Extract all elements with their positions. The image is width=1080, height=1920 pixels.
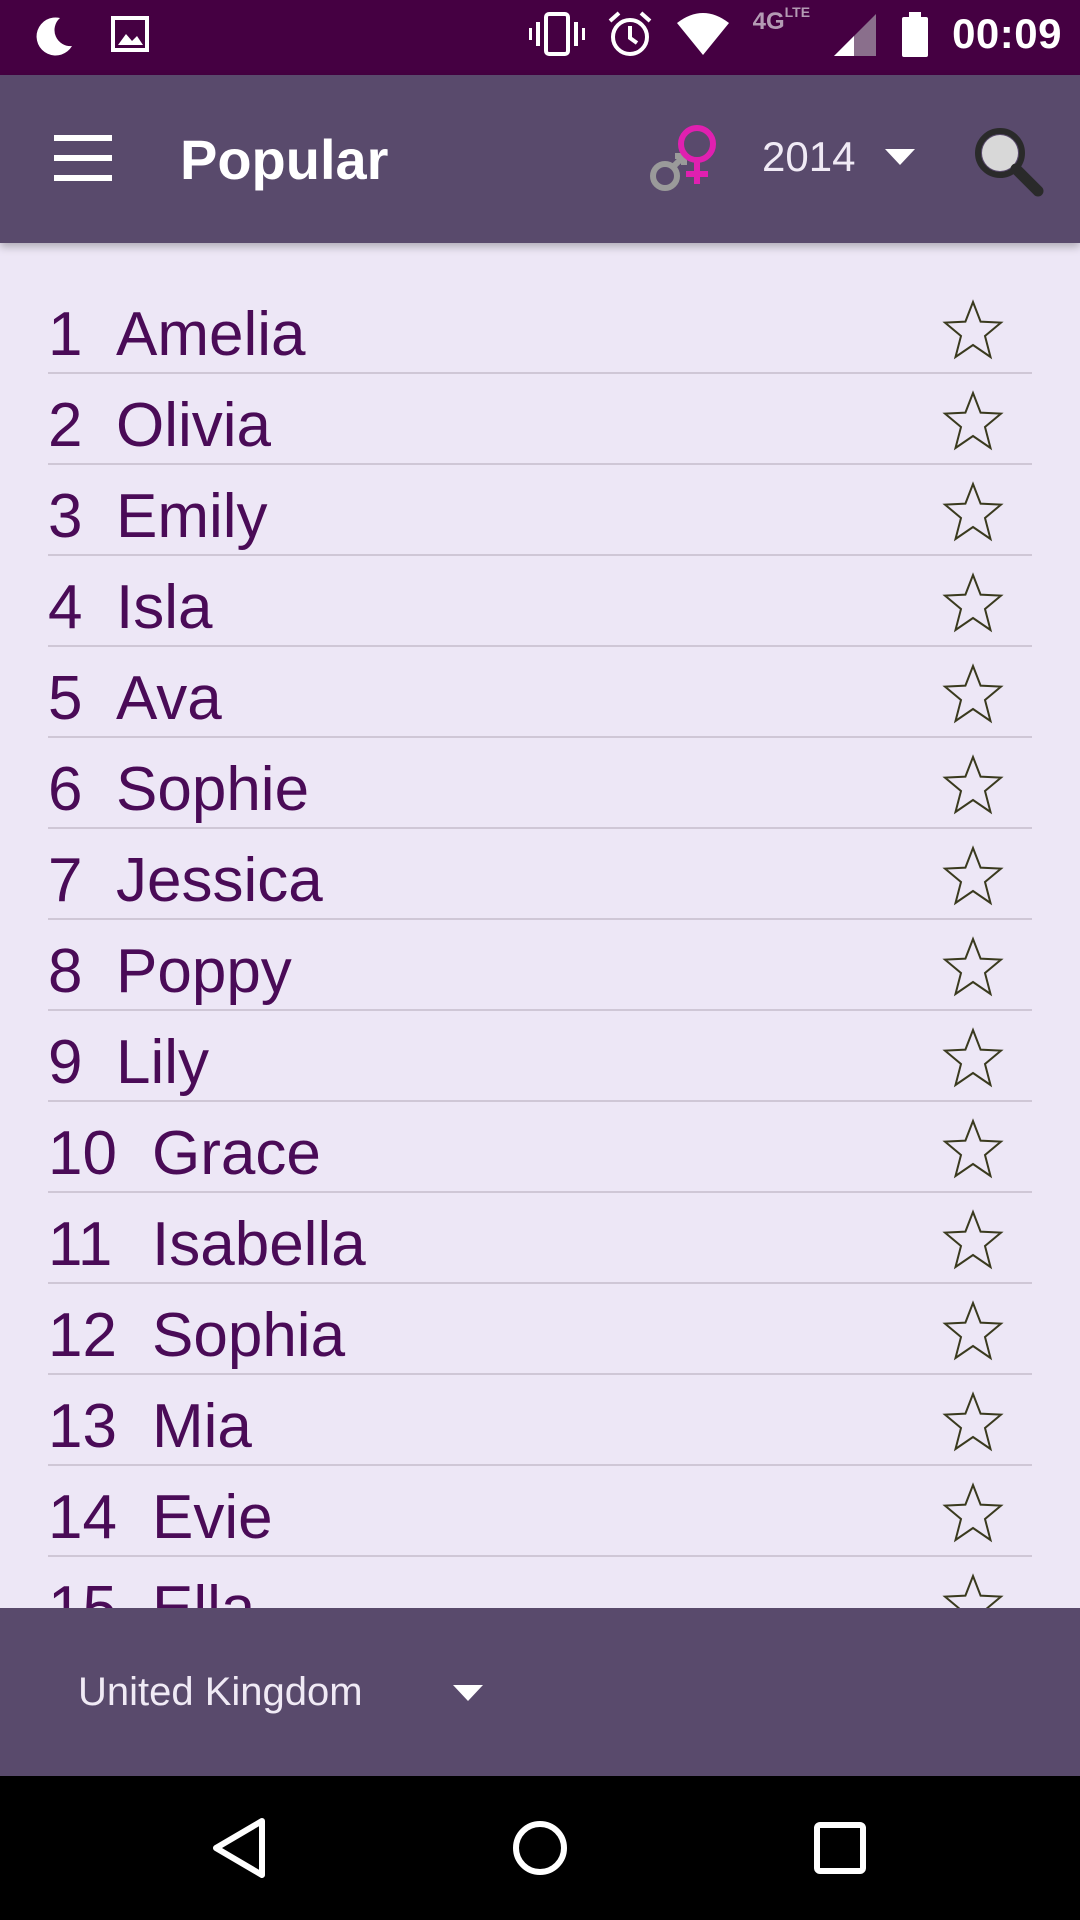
list-item[interactable]: 6 Sophie — [48, 738, 1032, 829]
rank-number: 15 — [48, 1573, 117, 1608]
status-bar: 4G LTE 00:09 — [0, 0, 1080, 75]
star-icon[interactable] — [942, 1573, 1004, 1608]
name-label: Evie — [152, 1483, 273, 1552]
list-item[interactable]: 3 Emily — [48, 465, 1032, 556]
name-label: Grace — [152, 1119, 321, 1188]
status-time: 00:09 — [952, 10, 1062, 57]
list-item[interactable]: 14 Evie — [48, 1466, 1032, 1557]
star-icon[interactable] — [942, 1300, 1004, 1362]
gender-female-icon[interactable] — [645, 120, 723, 198]
network-type-label: 4G — [752, 8, 785, 35]
list-item[interactable]: 4 Isla — [48, 556, 1032, 647]
alarm-icon — [608, 11, 651, 56]
bottom-bar: United Kingdom — [0, 1608, 1080, 1776]
list-item[interactable]: 9 Lily — [48, 1011, 1032, 1102]
name-label: Mia — [152, 1392, 252, 1461]
name-label: Isabella — [152, 1210, 366, 1279]
image-icon — [111, 16, 149, 52]
lte-label: LTE — [784, 4, 811, 20]
menu-icon[interactable] — [54, 135, 112, 181]
rank-number: 9 — [48, 1028, 83, 1097]
app-bar: Popular 2014 — [0, 75, 1080, 243]
name-label: Ava — [116, 664, 222, 733]
list-item[interactable]: 7 Jessica — [48, 829, 1032, 920]
name-label: Isla — [116, 573, 213, 642]
rank-number: 7 — [48, 846, 83, 915]
rank-number: 13 — [48, 1392, 117, 1461]
list-item[interactable]: 5 Ava — [48, 647, 1032, 738]
moon-icon — [36, 17, 72, 56]
home-icon[interactable] — [505, 1813, 575, 1883]
rank-number: 3 — [48, 482, 83, 551]
year-value: 2014 — [762, 133, 856, 180]
list-item[interactable]: 8 Poppy — [48, 920, 1032, 1011]
list-item[interactable]: 11 Isabella — [48, 1193, 1032, 1284]
star-icon[interactable] — [942, 936, 1004, 998]
star-icon[interactable] — [942, 299, 1004, 361]
list-item[interactable]: 10 Grace — [48, 1102, 1032, 1193]
list-item[interactable]: 1 Amelia — [48, 283, 1032, 374]
star-icon[interactable] — [942, 845, 1004, 907]
list-item[interactable]: 13 Mia — [48, 1375, 1032, 1466]
name-label: Jessica — [116, 846, 323, 915]
star-icon[interactable] — [942, 572, 1004, 634]
year-dropdown[interactable]: 2014 — [762, 133, 916, 181]
star-icon[interactable] — [942, 1118, 1004, 1180]
name-label: Lily — [116, 1028, 210, 1097]
star-icon[interactable] — [942, 390, 1004, 452]
rank-number: 14 — [48, 1483, 117, 1552]
star-icon[interactable] — [942, 481, 1004, 543]
star-icon[interactable] — [942, 663, 1004, 725]
system-nav-bar — [0, 1776, 1080, 1920]
rank-number: 6 — [48, 755, 83, 824]
star-icon[interactable] — [942, 1482, 1004, 1544]
rank-number: 2 — [48, 391, 83, 460]
search-icon[interactable] — [970, 123, 1046, 199]
signal-icon — [834, 14, 877, 56]
chevron-down-icon — [885, 149, 916, 165]
list-item[interactable]: 12 Sophia — [48, 1284, 1032, 1375]
country-dropdown[interactable]: United Kingdom — [78, 1670, 483, 1715]
wifi-icon — [676, 13, 729, 55]
list-item[interactable]: 15 Ella — [48, 1557, 1032, 1608]
rank-number: 5 — [48, 664, 83, 733]
rank-number: 1 — [48, 300, 83, 369]
name-label: Sophia — [152, 1301, 346, 1370]
rank-number: 11 — [48, 1210, 113, 1279]
name-label: Poppy — [116, 937, 292, 1006]
name-label: Ella — [152, 1573, 255, 1608]
name-label: Sophie — [116, 755, 310, 824]
chevron-down-icon — [452, 1684, 483, 1701]
page-title: Popular — [180, 128, 389, 191]
list-item[interactable]: 2 Olivia — [48, 374, 1032, 465]
rank-number: 10 — [48, 1119, 117, 1188]
name-list[interactable]: 1 Amelia 2 Olivia 3 Emily 4 Isla 5 Ava 6 Sophie 7 Jes… — [0, 283, 1080, 1608]
vibrate-icon — [528, 12, 585, 56]
star-icon[interactable] — [942, 1209, 1004, 1271]
back-icon[interactable] — [206, 1813, 276, 1883]
name-label: Amelia — [116, 300, 306, 369]
name-label: Olivia — [116, 391, 272, 460]
rank-number: 8 — [48, 937, 83, 1006]
country-value: United Kingdom — [78, 1670, 363, 1714]
rank-number: 12 — [48, 1301, 117, 1370]
star-icon[interactable] — [942, 754, 1004, 816]
name-label: Emily — [116, 482, 268, 551]
star-icon[interactable] — [942, 1391, 1004, 1453]
rank-number: 4 — [48, 573, 83, 642]
recents-icon[interactable] — [805, 1813, 875, 1883]
battery-icon — [902, 12, 929, 57]
star-icon[interactable] — [942, 1027, 1004, 1089]
